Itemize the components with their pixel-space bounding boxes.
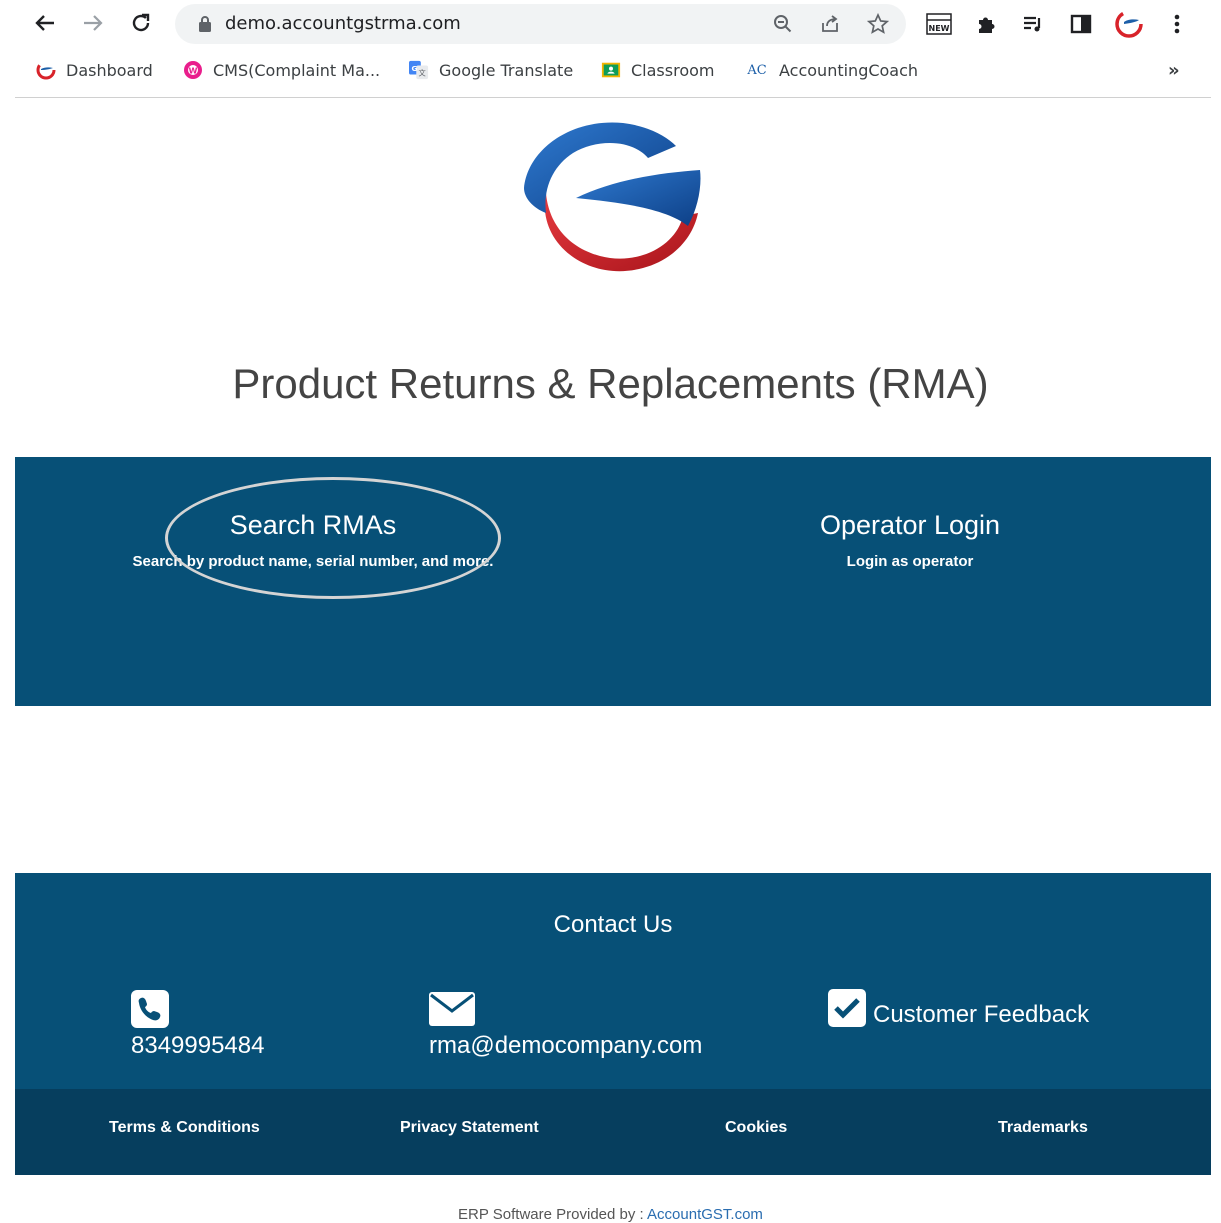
trademarks-link[interactable]: Trademarks bbox=[998, 1119, 1088, 1137]
search-rmas-heading[interactable]: Search RMAs bbox=[115, 509, 511, 541]
url-text[interactable]: demo.accountgstrma.com bbox=[225, 13, 461, 34]
phone-icon bbox=[131, 990, 169, 1033]
dashboard-favicon bbox=[36, 60, 56, 80]
profile-avatar-icon[interactable] bbox=[1114, 9, 1144, 39]
browser-toolbar: demo.accountgstrma.com NEW bbox=[0, 0, 1221, 48]
cms-favicon: W bbox=[183, 60, 203, 80]
operator-login-card[interactable]: Operator Login Login as operator bbox=[712, 509, 1108, 570]
search-rmas-description: Search by product name, serial number, a… bbox=[132, 553, 494, 570]
back-button[interactable] bbox=[30, 8, 60, 38]
bookmarks-overflow-button[interactable]: » bbox=[1168, 58, 1180, 82]
bookmark-label: Google Translate bbox=[439, 60, 574, 80]
address-bar[interactable]: demo.accountgstrma.com bbox=[175, 4, 906, 44]
svg-text:G: G bbox=[411, 64, 417, 73]
zoom-icon[interactable] bbox=[771, 12, 795, 36]
cookies-link[interactable]: Cookies bbox=[725, 1119, 787, 1137]
page-title: Product Returns & Replacements (RMA) bbox=[232, 360, 989, 407]
reading-list-icon[interactable] bbox=[1018, 9, 1048, 39]
bookmarks-bar: Dashboard W CMS(Complaint Ma... G文 Googl… bbox=[0, 50, 1221, 90]
reload-icon bbox=[132, 13, 150, 32]
side-panel-icon[interactable] bbox=[1066, 9, 1096, 39]
bookmark-dashboard[interactable]: Dashboard bbox=[36, 58, 153, 82]
new-extension-icon[interactable]: NEW bbox=[924, 9, 954, 39]
company-logo bbox=[518, 118, 704, 282]
bookmark-label: CMS(Complaint Ma... bbox=[213, 60, 381, 80]
bookmark-cms[interactable]: W CMS(Complaint Ma... bbox=[183, 58, 380, 82]
extension-badge-text: NEW bbox=[929, 24, 950, 33]
share-icon[interactable] bbox=[818, 12, 842, 36]
operator-login-description: Login as operator bbox=[846, 553, 974, 570]
accountgst-link[interactable]: AccountGST.com bbox=[647, 1206, 763, 1223]
svg-text:文: 文 bbox=[419, 68, 427, 77]
bookmark-label: Classroom bbox=[631, 60, 715, 80]
more-menu-icon[interactable] bbox=[1162, 9, 1192, 39]
provided-by-text: ERP Software Provided by : bbox=[458, 1206, 648, 1223]
footer-links-bar: Terms & Conditions Privacy Statement Coo… bbox=[15, 1089, 1211, 1175]
phone-number[interactable]: 8349995484 bbox=[131, 1032, 264, 1060]
classroom-favicon bbox=[601, 60, 621, 80]
hero-panel: Search RMAs Search by product name, seri… bbox=[15, 457, 1211, 706]
operator-login-heading[interactable]: Operator Login bbox=[712, 509, 1108, 541]
forward-button[interactable] bbox=[78, 8, 108, 38]
email-address[interactable]: rma@democompany.com bbox=[429, 1032, 702, 1060]
contact-section: Contact Us 8349995484 rma@democompany.co… bbox=[15, 873, 1211, 1089]
email-icon bbox=[429, 992, 475, 1031]
bookmark-star-icon[interactable] bbox=[866, 12, 890, 36]
lock-icon bbox=[193, 12, 217, 36]
accountingcoach-favicon: AC bbox=[747, 62, 767, 78]
contact-title: Contact Us bbox=[553, 911, 673, 938]
forward-arrow-icon bbox=[84, 15, 103, 31]
privacy-statement-link[interactable]: Privacy Statement bbox=[400, 1119, 539, 1137]
bookmark-classroom[interactable]: Classroom bbox=[601, 58, 714, 82]
puzzle-extension-icon[interactable] bbox=[971, 9, 1001, 39]
customer-feedback-link[interactable]: Customer Feedback bbox=[873, 1001, 1089, 1029]
svg-text:W: W bbox=[189, 67, 198, 76]
google-translate-favicon: G文 bbox=[409, 60, 429, 80]
bookmark-label: Dashboard bbox=[66, 60, 153, 80]
terms-conditions-link[interactable]: Terms & Conditions bbox=[109, 1119, 260, 1137]
toolbar-divider bbox=[15, 97, 1211, 98]
checkbox-check-icon bbox=[828, 989, 866, 1032]
bookmark-accountingcoach[interactable]: AC AccountingCoach bbox=[745, 58, 918, 82]
reload-button[interactable] bbox=[126, 8, 156, 38]
bookmark-google-translate[interactable]: G文 Google Translate bbox=[409, 58, 573, 82]
provided-by-line: ERP Software Provided by : AccountGST.co… bbox=[0, 1206, 1221, 1223]
bookmark-label: AccountingCoach bbox=[779, 60, 919, 80]
back-arrow-icon bbox=[35, 15, 54, 31]
search-rmas-card[interactable]: Search RMAs Search by product name, seri… bbox=[115, 509, 511, 570]
